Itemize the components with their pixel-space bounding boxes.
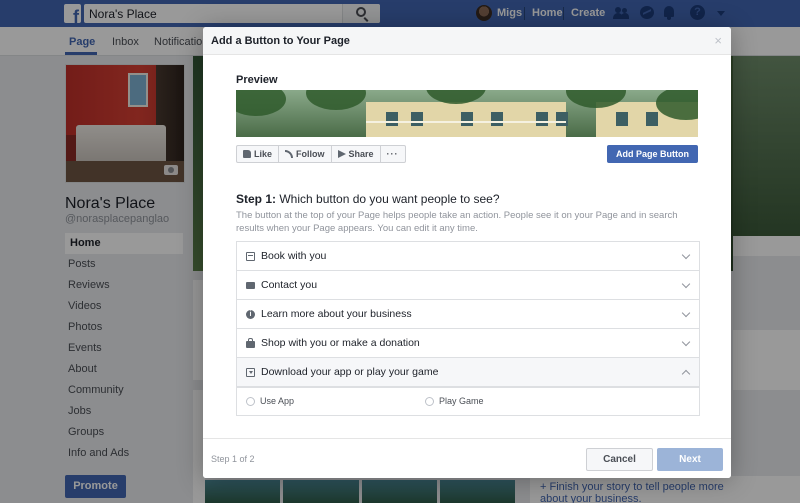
info-icon: i [246, 310, 255, 319]
add-page-button-preview: Add Page Button [607, 145, 698, 163]
preview-cover-image [236, 90, 698, 137]
play-game-label[interactable]: Play Game [439, 396, 484, 406]
step-question: Which button do you want people to see? [279, 192, 500, 206]
option-label: Contact you [261, 279, 318, 291]
more-options-icon: ··· [386, 149, 399, 159]
chevron-down-icon [681, 279, 691, 289]
option-label: Learn more about your business [261, 308, 412, 320]
share-button: Share [332, 146, 381, 162]
step-counter: Step 1 of 2 [211, 454, 255, 464]
option-learn-more[interactable]: i Learn more about your business [237, 300, 699, 329]
step-label: Step 1: [236, 192, 277, 206]
option-label: Shop with you or make a donation [261, 337, 420, 349]
option-label: Book with you [261, 250, 327, 262]
play-game-radio[interactable] [425, 397, 434, 406]
step-heading: Step 1: Which button do you want people … [236, 192, 500, 206]
chevron-down-icon [681, 250, 691, 260]
like-button: Like [237, 146, 280, 162]
step-description: The button at the top of your Page helps… [236, 210, 678, 234]
download-sub-options: Use App Play Game [237, 387, 699, 415]
option-contact-you[interactable]: Contact you [237, 271, 699, 300]
cancel-button[interactable]: Cancel [586, 448, 653, 471]
option-download-app-or-game[interactable]: Download your app or play your game [237, 358, 699, 387]
dialog-footer: Step 1 of 2 Cancel Next [203, 438, 731, 478]
contact-icon [246, 282, 255, 289]
follow-button: Follow [279, 146, 332, 162]
use-app-label[interactable]: Use App [260, 396, 294, 406]
like-label: Like [254, 149, 273, 159]
calendar-icon [246, 252, 255, 261]
chevron-up-icon [681, 369, 691, 379]
thumbs-up-icon [243, 150, 251, 158]
option-shop-or-donate[interactable]: Shop with you or make a donation [237, 329, 699, 358]
share-arrow-icon [337, 150, 346, 158]
dialog-header: Add a Button to Your Page × [203, 27, 731, 55]
preview-heading: Preview [236, 74, 278, 86]
shopping-bag-icon [246, 338, 255, 348]
add-button-dialog: Add a Button to Your Page × Preview Like… [203, 27, 731, 478]
chevron-down-icon [681, 308, 691, 318]
next-button[interactable]: Next [657, 448, 723, 471]
rss-icon [285, 150, 294, 158]
button-options-list: Book with you Contact you i Learn more a… [236, 241, 700, 416]
close-icon[interactable]: × [714, 34, 722, 47]
preview-action-bar: Like Follow Share ··· [236, 145, 406, 163]
follow-label: Follow [296, 149, 325, 159]
share-label: Share [348, 149, 374, 159]
dialog-title: Add a Button to Your Page [211, 35, 350, 47]
option-label: Download your app or play your game [261, 366, 439, 378]
download-icon [246, 368, 255, 377]
use-app-radio[interactable] [246, 397, 255, 406]
chevron-down-icon [681, 337, 691, 347]
option-book-with-you[interactable]: Book with you [237, 242, 699, 271]
